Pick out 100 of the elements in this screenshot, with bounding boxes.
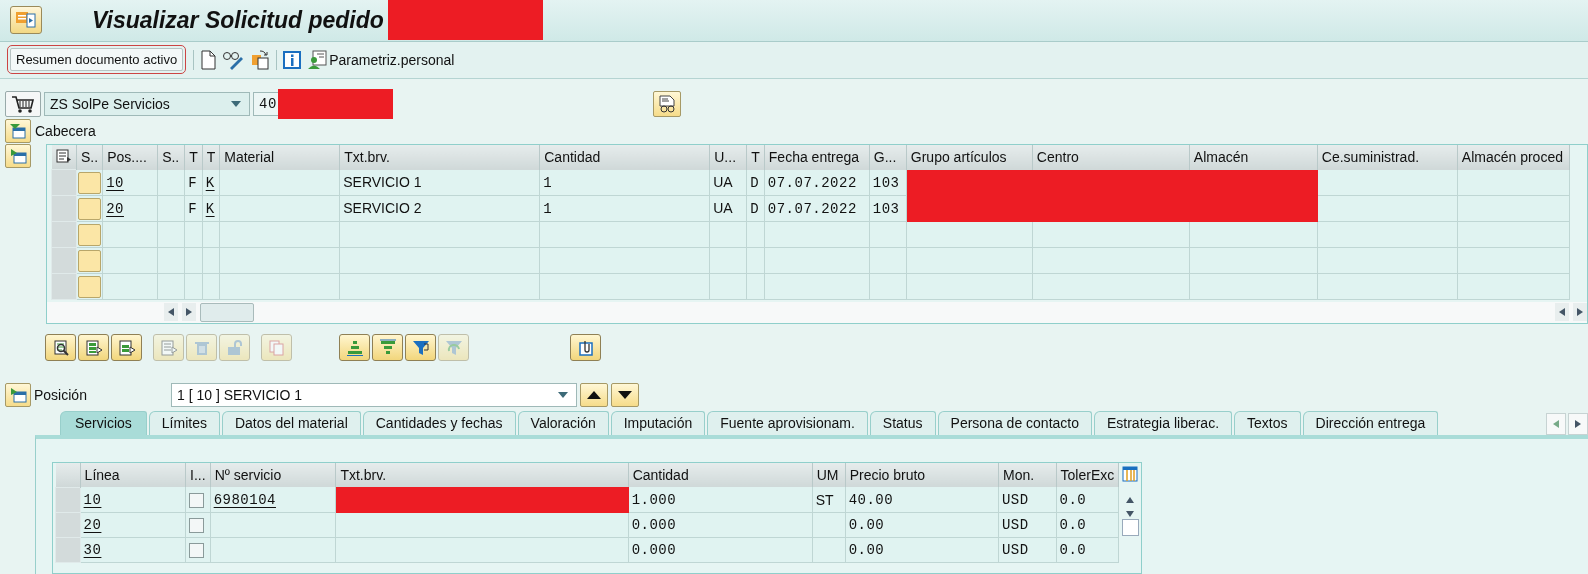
- document-icon[interactable]: [200, 49, 217, 70]
- deselect-icon: [159, 338, 178, 357]
- column-header[interactable]: UM: [812, 463, 846, 488]
- tab[interactable]: Textos: [1234, 411, 1301, 435]
- tab[interactable]: Fuente aprovisionam.: [707, 411, 868, 435]
- column-header[interactable]: Precio bruto: [845, 463, 999, 488]
- checkbox[interactable]: [189, 518, 205, 534]
- column-header[interactable]: G...: [869, 145, 907, 170]
- cell-text: 0.000: [631, 542, 677, 559]
- column-header[interactable]: TolerExc: [1056, 463, 1119, 488]
- tab[interactable]: Dirección entrega: [1302, 411, 1439, 435]
- select-block-button[interactable]: [111, 334, 142, 362]
- column-header[interactable]: Mon.: [998, 463, 1057, 488]
- item-dropdown[interactable]: 1 [ 10 ] SERVICIO 1: [171, 383, 577, 408]
- next-item-button[interactable]: [611, 383, 639, 408]
- column-header[interactable]: Pos....: [102, 145, 158, 170]
- row-button[interactable]: [78, 171, 101, 194]
- cell-text: USD: [1001, 492, 1029, 509]
- scrollbar-thumb[interactable]: [1121, 519, 1139, 536]
- panel-expand-icon: [9, 147, 27, 166]
- cell-text: SERVICIO 1: [343, 174, 422, 191]
- panel-expand-icon: [9, 386, 27, 405]
- window-title: Visualizar Solicitud pedido: [92, 6, 384, 34]
- link-text[interactable]: 20: [83, 517, 102, 534]
- column-header[interactable]: Cantidad: [628, 463, 813, 488]
- document-type-button[interactable]: [5, 91, 41, 118]
- collapse-header-button[interactable]: [5, 119, 31, 144]
- scroll-right-button[interactable]: [1573, 303, 1587, 322]
- tab[interactable]: Estrategia liberac.: [1094, 411, 1233, 435]
- column-header[interactable]: S..: [157, 145, 185, 170]
- column-header[interactable]: U...: [709, 145, 747, 170]
- checkbox[interactable]: [189, 493, 205, 509]
- info-icon[interactable]: [283, 50, 302, 69]
- column-header[interactable]: Almacén proced: [1457, 145, 1570, 170]
- cell-text: 07.07.2022: [767, 174, 857, 191]
- details-button[interactable]: [45, 334, 76, 362]
- expand-item-button[interactable]: [5, 383, 31, 408]
- tab[interactable]: Status: [869, 411, 936, 435]
- menu-button[interactable]: [10, 6, 42, 35]
- document-number-field[interactable]: 40: [253, 92, 278, 117]
- link-text[interactable]: 10: [83, 492, 102, 509]
- tab-scroll-right-button[interactable]: [1568, 413, 1588, 435]
- scroll-left-button[interactable]: [1555, 303, 1569, 322]
- column-header[interactable]: Ce.suministrad.: [1317, 145, 1458, 170]
- checkbox[interactable]: [189, 543, 205, 559]
- link-text[interactable]: 30: [83, 542, 102, 559]
- previous-item-button[interactable]: [580, 383, 608, 408]
- column-header[interactable]: Cantidad: [539, 145, 710, 170]
- column-header[interactable]: Txt.brv.: [335, 463, 629, 488]
- column-settings-icon: [1122, 466, 1139, 482]
- column-header[interactable]: Txt.brv.: [339, 145, 540, 170]
- row-button[interactable]: [78, 249, 101, 272]
- scrollbar-thumb[interactable]: [200, 302, 254, 322]
- document-type-dropdown[interactable]: ZS SolPe Servicios: [44, 92, 250, 117]
- personal-settings-button[interactable]: Parametriz.personal: [307, 49, 455, 70]
- cell-text: 0.0: [1059, 517, 1087, 534]
- layout-header-cell[interactable]: [51, 145, 77, 170]
- glasses-pencil-icon[interactable]: [222, 49, 245, 70]
- column-header[interactable]: Línea: [80, 463, 186, 488]
- scroll-right-button[interactable]: [182, 303, 196, 322]
- column-header[interactable]: Almacén: [1189, 145, 1318, 170]
- tab[interactable]: Servicios: [60, 411, 147, 435]
- tab[interactable]: Límites: [148, 411, 220, 435]
- cell-text: D: [750, 174, 760, 191]
- column-header[interactable]: Material: [219, 145, 340, 170]
- row-button[interactable]: [78, 197, 101, 220]
- copy-icon[interactable]: [250, 49, 271, 70]
- up-arrow-icon: [1126, 497, 1135, 503]
- display-document-button[interactable]: [653, 91, 681, 118]
- glasses-document-icon: [657, 95, 677, 114]
- attachment-button[interactable]: [570, 334, 601, 362]
- summary-button[interactable]: Resumen documento activo: [10, 48, 184, 72]
- layout-icon[interactable]: [55, 148, 72, 163]
- sort-ascending-button[interactable]: [339, 334, 370, 362]
- sort-descending-button[interactable]: [372, 334, 403, 362]
- tab[interactable]: Imputación: [610, 411, 706, 435]
- unlock-icon: [225, 338, 244, 357]
- column-header[interactable]: Nº servicio: [210, 463, 336, 488]
- dropdown-caret-icon: [558, 392, 568, 399]
- column-header[interactable]: S..: [76, 145, 103, 170]
- sort-ascending-icon: [345, 338, 364, 357]
- scroll-left-button[interactable]: [164, 303, 178, 322]
- tab[interactable]: Valoración: [517, 411, 609, 435]
- tab[interactable]: Cantidades y fechas: [362, 411, 516, 435]
- filter-button[interactable]: [405, 334, 436, 362]
- cell-text: 1: [543, 174, 553, 191]
- item-label: Posición: [34, 387, 88, 404]
- column-header[interactable]: Centro: [1032, 145, 1190, 170]
- tab[interactable]: Datos del material: [221, 411, 361, 435]
- row-button[interactable]: [78, 275, 101, 298]
- column-settings-button[interactable]: [1122, 466, 1139, 485]
- attachment-icon: [576, 338, 595, 357]
- expand-items-button[interactable]: [5, 144, 31, 169]
- column-header[interactable]: Grupo artículos: [906, 145, 1033, 170]
- down-arrow-icon: [1126, 511, 1135, 517]
- tab[interactable]: Persona de contacto: [937, 411, 1092, 435]
- select-all-button[interactable]: [78, 334, 109, 362]
- column-header[interactable]: I...: [185, 463, 211, 488]
- row-button[interactable]: [78, 223, 101, 246]
- column-header[interactable]: Fecha entrega: [764, 145, 870, 170]
